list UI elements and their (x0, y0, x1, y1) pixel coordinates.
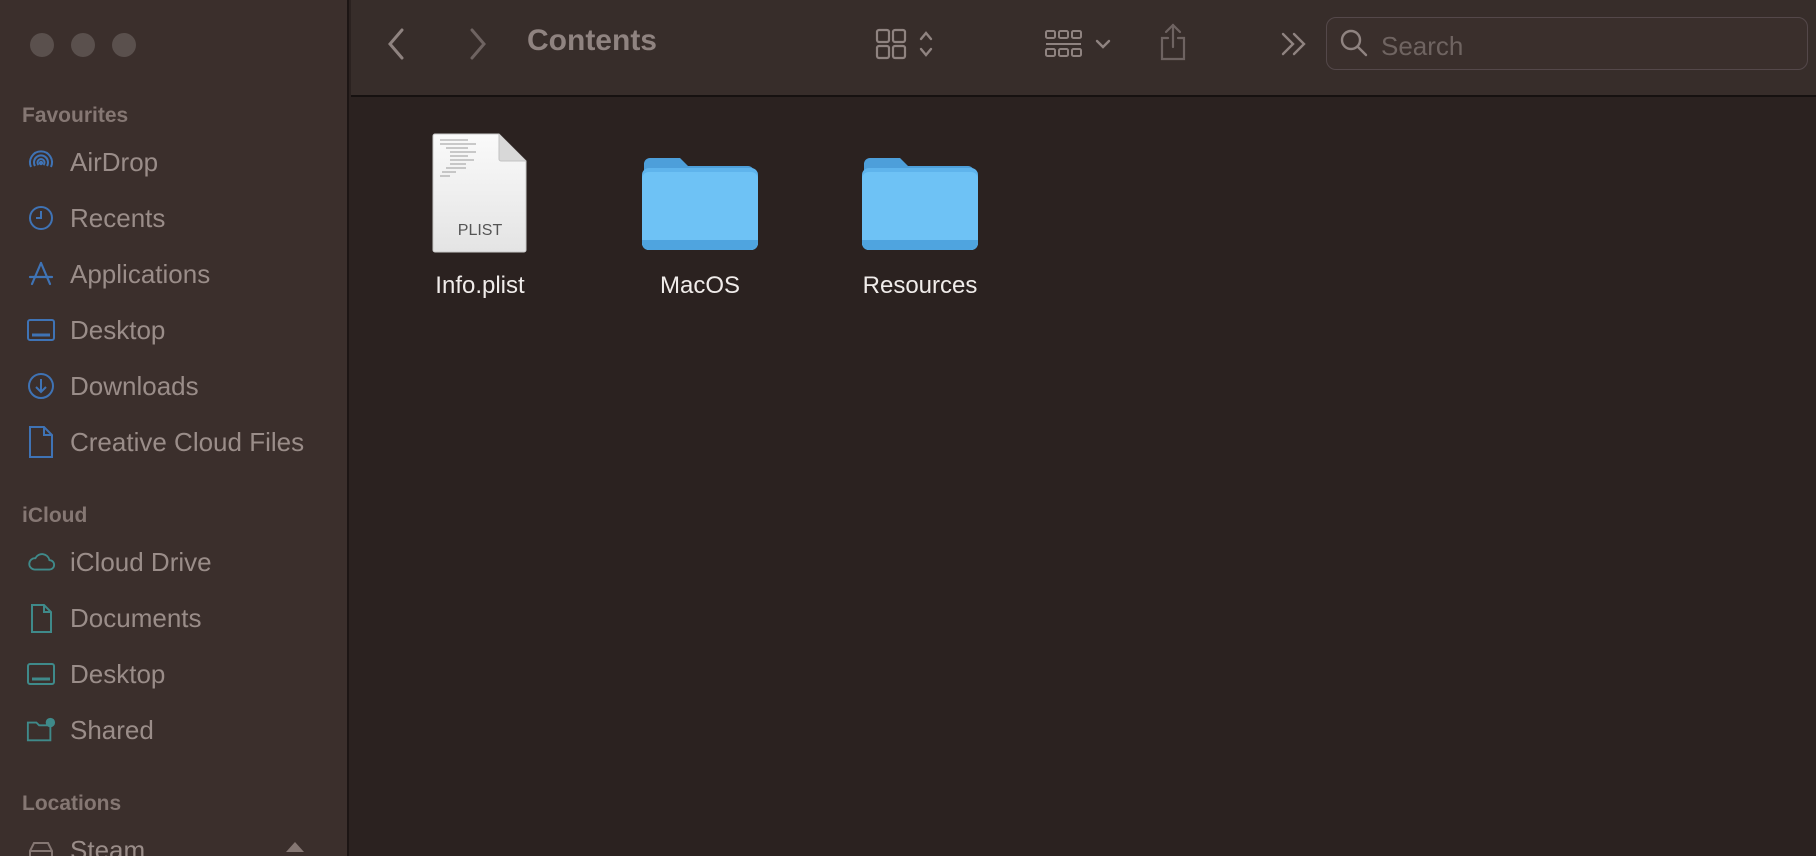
window-controls (30, 33, 136, 57)
file-name: MacOS (659, 272, 740, 299)
group-by-button[interactable] (1039, 24, 1117, 64)
sidebar-item-recents[interactable]: Recents (26, 198, 165, 238)
sidebar-item-label: Creative Cloud Files (70, 426, 305, 457)
sidebar-item-label: Desktop (70, 314, 166, 345)
sidebar-item-steam[interactable]: Steam (26, 830, 145, 856)
desktop-icon (26, 315, 56, 345)
chevron-down-icon (1095, 39, 1111, 49)
minimize-window-button[interactable] (71, 33, 95, 57)
sidebar-item-airdrop[interactable]: AirDrop (26, 142, 158, 182)
cloud-icon (26, 547, 56, 577)
share-button[interactable] (1151, 18, 1195, 66)
chevron-right-icon (470, 28, 486, 60)
share-icon (1160, 23, 1186, 61)
file-item-macos[interactable]: MacOS (610, 124, 790, 300)
file-item-resources[interactable]: Resources (830, 124, 1010, 300)
sidebar-item-applications[interactable]: Applications (26, 254, 210, 294)
download-icon (26, 371, 56, 401)
eject-icon[interactable] (284, 840, 306, 856)
airdrop-icon (26, 147, 56, 177)
chevron-left-icon (388, 28, 404, 60)
zoom-window-button[interactable] (112, 33, 136, 57)
file-name: Info.plist (435, 272, 525, 299)
toolbar: Contents Search (351, 0, 1816, 97)
document-icon (26, 426, 56, 458)
sidebar-item-label: Desktop (70, 658, 166, 689)
file-name: Resources (862, 272, 978, 299)
window-title: Contents (527, 24, 657, 57)
shared-folder-icon (26, 715, 56, 745)
double-chevron-right-icon (1281, 32, 1306, 56)
more-toolbar-items-button[interactable] (1277, 26, 1311, 62)
back-button[interactable] (381, 22, 411, 66)
sidebar-item-creative-cloud-files[interactable]: Creative Cloud Files (26, 422, 304, 462)
locations-heading: Locations (22, 792, 122, 815)
document-icon (26, 603, 56, 633)
view-mode-button[interactable] (865, 24, 945, 64)
sidebar: Favourites AirDrop Recents Applications (0, 0, 349, 856)
sidebar-item-label: AirDrop (70, 146, 159, 177)
file-browser: PLIST Info.plist MacOS Resources (351, 97, 1816, 856)
favourites-heading: Favourites (22, 104, 129, 127)
file-type-badge: PLIST (457, 222, 503, 239)
sidebar-item-label: Shared (70, 714, 154, 745)
clock-icon (26, 203, 56, 233)
group-grid-icon (1045, 30, 1082, 57)
sidebar-item-documents[interactable]: Documents (26, 598, 202, 638)
sidebar-item-label: Documents (70, 602, 202, 633)
close-window-button[interactable] (30, 33, 54, 57)
icloud-heading: iCloud (22, 504, 88, 527)
folder-icon (830, 124, 1010, 254)
sidebar-item-desktop[interactable]: Desktop (26, 310, 165, 350)
forward-button[interactable] (463, 22, 493, 66)
file-item-info-plist[interactable]: PLIST Info.plist (390, 124, 570, 300)
sidebar-item-label: Steam (70, 834, 146, 856)
drive-icon (26, 835, 56, 856)
sidebar-item-label: Applications (70, 258, 211, 289)
icon-view-grid-icon (875, 28, 907, 60)
search-field[interactable]: Search (1326, 17, 1808, 70)
sidebar-item-shared[interactable]: Shared (26, 710, 154, 750)
desktop-icon (26, 659, 56, 689)
sidebar-item-icloud-desktop[interactable]: Desktop (26, 654, 165, 694)
sidebar-item-downloads[interactable]: Downloads (26, 366, 199, 406)
sidebar-item-label: iCloud Drive (70, 546, 212, 577)
sidebar-item-icloud-drive[interactable]: iCloud Drive (26, 542, 212, 582)
sidebar-item-label: Recents (70, 202, 166, 233)
search-placeholder: Search (1381, 31, 1464, 61)
folder-icon (610, 124, 790, 254)
chevron-updown-icon (919, 31, 933, 57)
sidebar-item-label: Downloads (70, 370, 199, 401)
search-icon (1339, 28, 1369, 63)
applications-icon (26, 259, 56, 289)
